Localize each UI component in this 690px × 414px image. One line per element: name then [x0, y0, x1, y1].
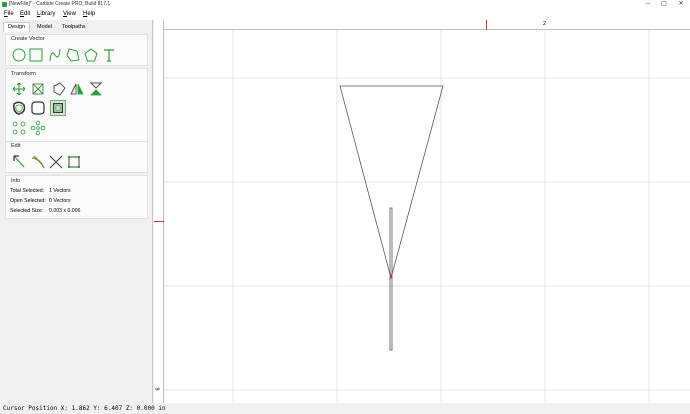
scale-icon[interactable] [30, 81, 46, 97]
ruler-top: 2 [154, 20, 690, 30]
transform-heading: Transform [11, 71, 36, 77]
open-selected-value: 0 Vectors [49, 198, 71, 204]
array-icon[interactable] [11, 120, 27, 136]
ruler-cursor-marker-y [154, 221, 164, 222]
flip-icon[interactable] [88, 81, 104, 97]
canvas-drawing[interactable] [154, 20, 690, 403]
edit-heading: Edit [11, 143, 21, 149]
selected-size-label: Selected Size: [10, 208, 44, 214]
text-icon[interactable] [101, 47, 117, 63]
title-bar: [NewFile]* - Carbide Create PRO, Build 8… [0, 0, 690, 9]
sidebar: Design Model Toolpaths Create Vector Tra… [0, 20, 153, 403]
maximize-button[interactable]: ▢ [657, 0, 671, 9]
menu-bar: File Edit Library View Help [0, 9, 690, 20]
polygon-icon[interactable] [65, 47, 81, 63]
menu-library[interactable]: Library [37, 9, 55, 20]
window-title: [NewFile]* - Carbide Create PRO, Build 8… [9, 1, 111, 7]
total-selected-row: Total Selected: 1 Vectors [10, 188, 71, 194]
tab-design[interactable]: Design [3, 22, 31, 32]
design-canvas[interactable]: 2 6 [154, 20, 690, 403]
cut-icon[interactable] [48, 154, 64, 170]
open-selected-label: Open Selected: [10, 198, 46, 204]
info-heading: Info [11, 178, 21, 184]
selected-size-row: Selected Size: 0.003 x 0.006 [10, 208, 80, 214]
close-button[interactable]: ✕ [674, 0, 688, 9]
cursor-position-readout: Cursor Position X: 1.862 Y: 6.407 Z: 0.0… [3, 405, 166, 412]
app-icon [2, 2, 7, 7]
boolean-icon[interactable] [50, 100, 66, 116]
node-edit-icon[interactable] [11, 154, 27, 170]
create-vector-heading: Create Vector [11, 36, 45, 42]
curve-icon[interactable] [47, 47, 63, 63]
pentagon-icon[interactable] [83, 47, 99, 63]
tab-model[interactable]: Model [33, 22, 56, 32]
menu-file[interactable]: File [4, 9, 14, 20]
bounding-box-icon[interactable] [66, 154, 82, 170]
create-vector-panel: Create Vector [5, 34, 148, 66]
ruler-left: 6 [154, 20, 164, 403]
menu-edit[interactable]: Edit [20, 9, 30, 20]
ruler-cursor-marker-x [486, 20, 487, 30]
mirror-icon[interactable] [69, 81, 85, 97]
edit-panel: Edit [5, 141, 148, 173]
selected-size-value: 0.003 x 0.006 [49, 208, 81, 214]
open-selected-row: Open Selected: 0 Vectors [10, 198, 71, 204]
move-icon[interactable] [11, 81, 27, 97]
ruler-top-label: 2 [543, 21, 547, 27]
menu-help[interactable]: Help [83, 9, 95, 20]
circle-icon[interactable] [11, 47, 27, 63]
minimize-button[interactable]: – [641, 0, 655, 9]
ruler-left-label: 6 [155, 387, 162, 391]
rectangle-icon[interactable] [28, 47, 44, 63]
menu-view[interactable]: View [63, 9, 76, 20]
status-bar: Cursor Position X: 1.862 Y: 6.407 Z: 0.0… [0, 403, 690, 414]
tab-toolpaths[interactable]: Toolpaths [58, 22, 90, 32]
trim-icon[interactable] [30, 154, 46, 170]
offset-icon[interactable] [11, 100, 27, 116]
circular-array-icon[interactable] [30, 120, 46, 136]
total-selected-label: Total Selected: [10, 188, 45, 194]
rotate-icon[interactable] [51, 81, 67, 97]
fillet-icon[interactable] [30, 100, 46, 116]
total-selected-value: 1 Vectors [49, 188, 71, 194]
